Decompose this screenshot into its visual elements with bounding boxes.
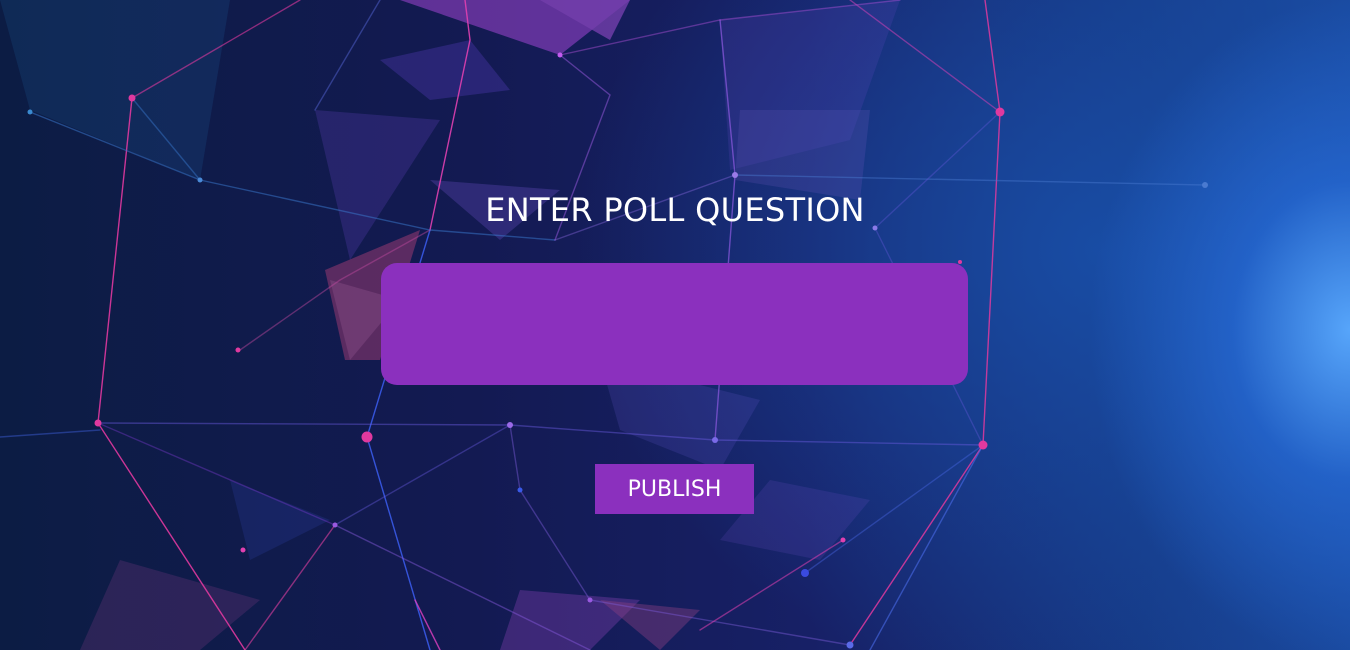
publish-button[interactable]: PUBLISH [595,464,754,514]
poll-question-heading: ENTER POLL QUESTION [485,191,865,229]
poll-question-input[interactable] [381,263,968,385]
